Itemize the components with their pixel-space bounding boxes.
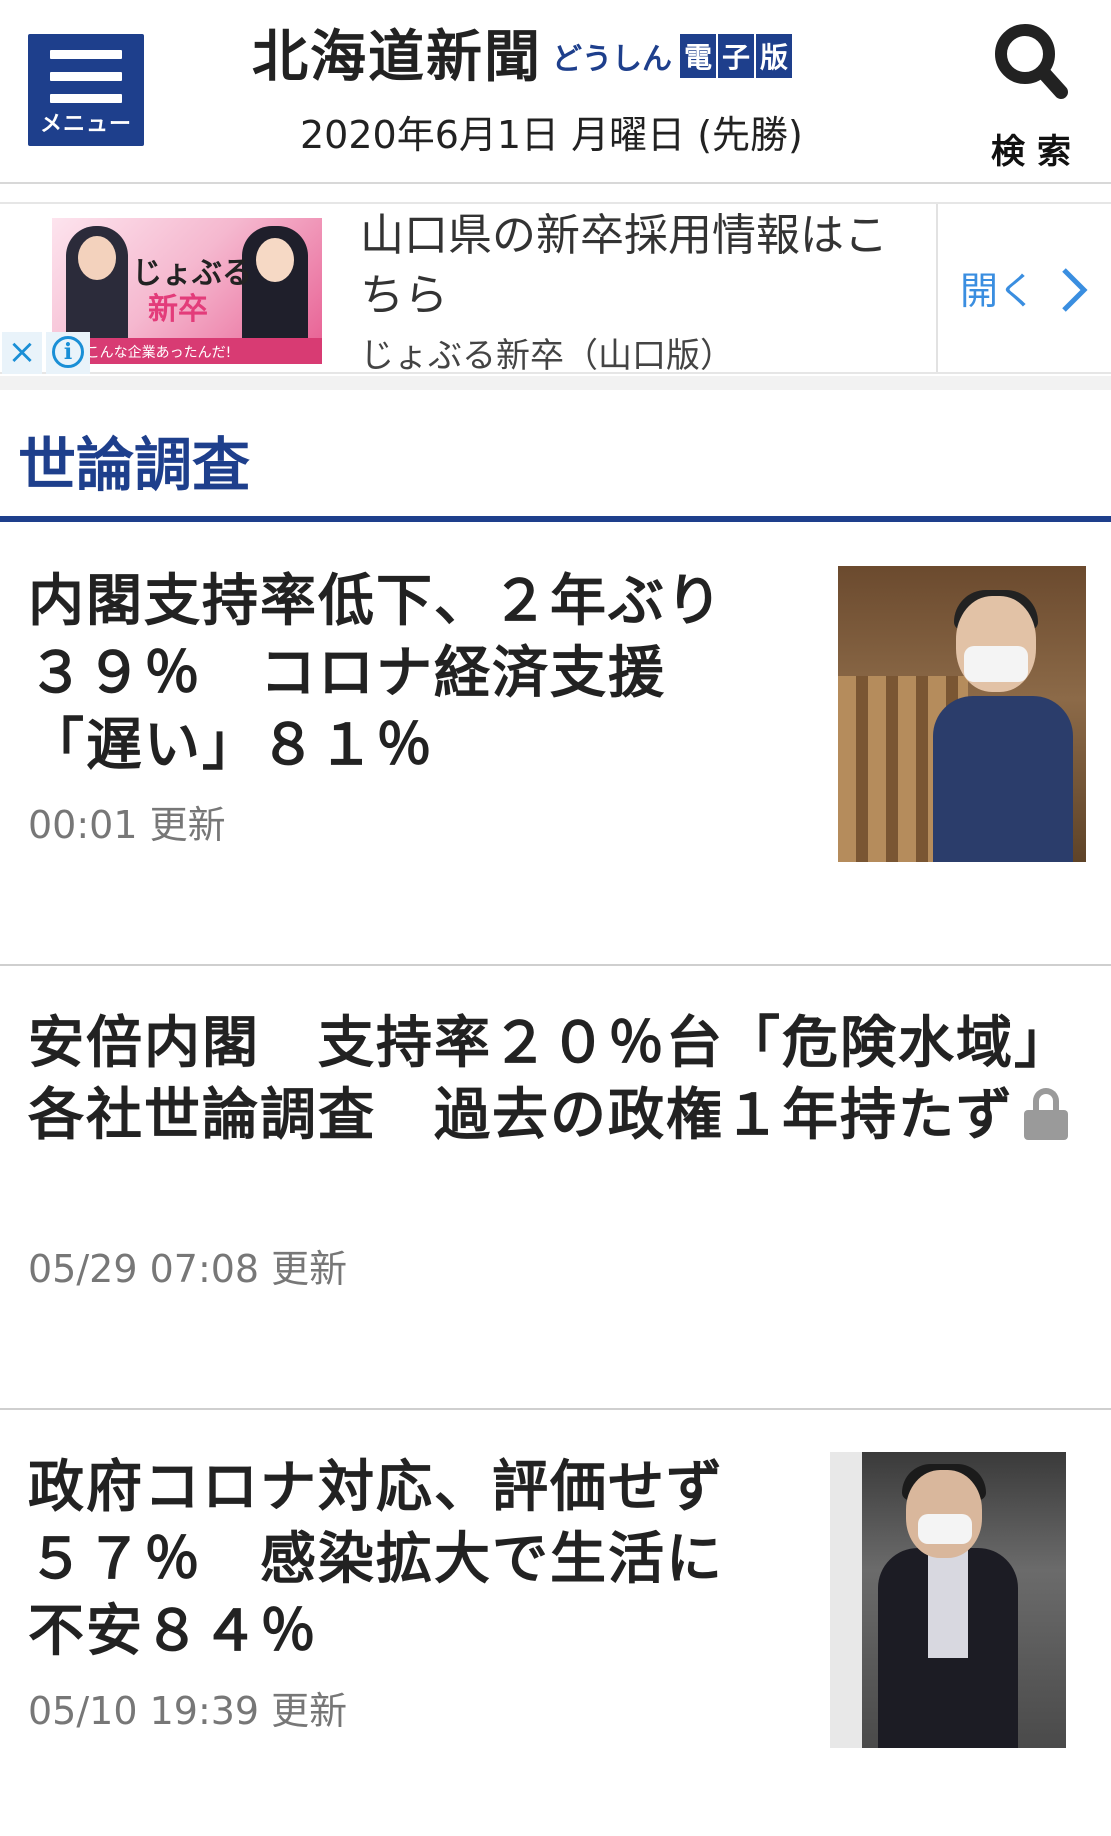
- site-logo[interactable]: 北海道新聞 どうしん 電 子 版: [252, 18, 793, 90]
- ad-banner[interactable]: じょぶる 新卒 に、こんな企業あったんだ! × i 山口県の新卒採用情報はこちら…: [0, 202, 1111, 376]
- search-label: 検索: [991, 132, 1083, 172]
- brand-edition: 電 子 版: [678, 34, 793, 78]
- search-button[interactable]: 検索: [985, 16, 1085, 172]
- ad-source: じょぶる新卒（山口版）: [360, 336, 734, 376]
- article-title-text: 安倍内閣 支持率２０％台「危険水域」 各社世論調査 過去の政権１年持たず: [28, 1011, 1102, 1148]
- menu-button[interactable]: メニュー: [28, 34, 144, 146]
- lock-icon: [1024, 1088, 1068, 1140]
- article-timestamp: 05/10 19:39 更新: [28, 1689, 348, 1733]
- section-title: 世論調査: [18, 431, 251, 499]
- brand-edition-char: 電: [680, 34, 717, 78]
- section-spacer: [0, 376, 1111, 390]
- hamburger-icon: [50, 50, 122, 106]
- brand-name: 北海道新聞: [252, 23, 542, 90]
- ad-headline[interactable]: 山口県の新卒採用情報はこちら: [360, 206, 900, 326]
- article-timestamp: 05/29 07:08 更新: [28, 1247, 348, 1291]
- site-header: メニュー 北海道新聞 どうしん 電 子 版 2020年6月1日 月曜日 (先勝)…: [0, 0, 1111, 184]
- brand-sub: どうしん: [552, 42, 672, 77]
- close-icon[interactable]: ×: [2, 332, 42, 374]
- article-timestamp: 00:01 更新: [28, 803, 226, 847]
- article-title[interactable]: 安倍内閣 支持率２０％台「危険水域」 各社世論調査 過去の政権１年持たず: [28, 1008, 1100, 1152]
- search-icon: [995, 24, 1068, 99]
- ad-image-strip: に、こんな企業あったんだ!: [52, 338, 322, 364]
- menu-label: メニュー: [39, 112, 132, 137]
- article-title[interactable]: 政府コロナ対応、評価せず５７％ 感染拡大で生活に不安８４％: [28, 1452, 768, 1668]
- article-item[interactable]: 安倍内閣 支持率２０％台「危険水域」 各社世論調査 過去の政権１年持たず 05/…: [0, 966, 1111, 1408]
- article-title[interactable]: 内閣支持率低下、２年ぶり３９％ コロナ経済支援「遅い」８１％: [28, 566, 768, 782]
- info-icon[interactable]: i: [46, 332, 90, 374]
- article-thumbnail[interactable]: [830, 1452, 1066, 1748]
- article-item[interactable]: 内閣支持率低下、２年ぶり３９％ コロナ経済支援「遅い」８１％ 00:01 更新: [0, 522, 1111, 964]
- chevron-right-icon[interactable]: [1058, 266, 1090, 314]
- article-item[interactable]: 政府コロナ対応、評価せず５７％ 感染拡大で生活に不安８４％ 05/10 19:3…: [0, 1410, 1111, 1836]
- brand-edition-char: 版: [756, 34, 793, 78]
- brand-edition-char: 子: [718, 34, 755, 78]
- current-date: 2020年6月1日 月曜日 (先勝): [300, 113, 803, 157]
- ad-open-button[interactable]: 開く: [960, 260, 1036, 315]
- article-thumbnail[interactable]: [838, 566, 1086, 862]
- ad-image[interactable]: じょぶる 新卒 に、こんな企業あったんだ!: [52, 218, 322, 364]
- ad-divider: [936, 204, 938, 372]
- ad-image-text: 新卒: [148, 292, 208, 327]
